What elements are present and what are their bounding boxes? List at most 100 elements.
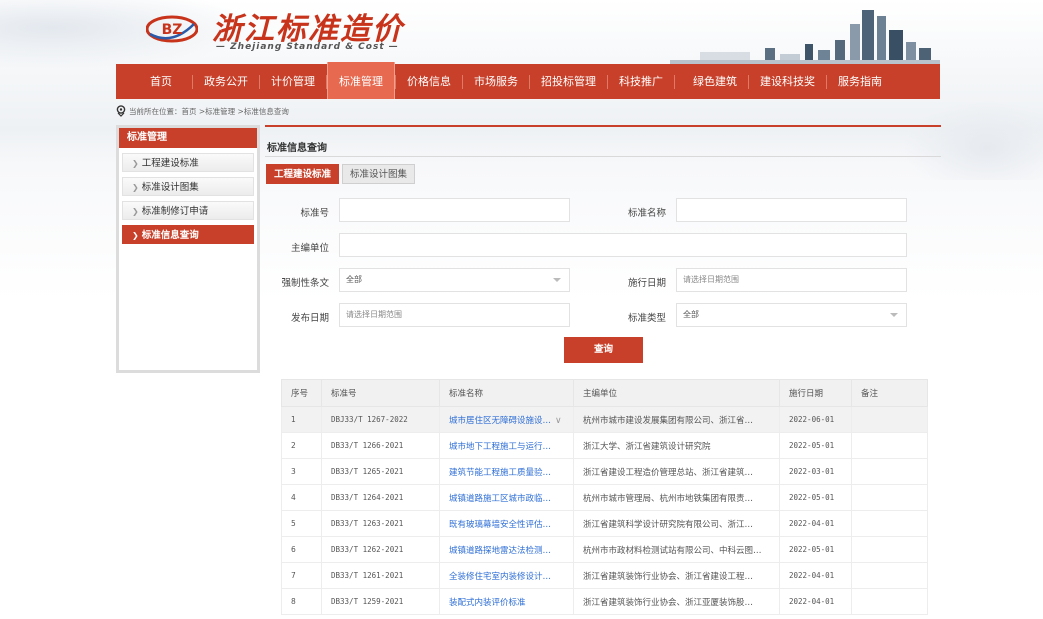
col-header-note: 备注 (851, 379, 928, 407)
impl-date-label: 施行日期 (627, 278, 666, 289)
cell-unit: 浙江省建筑科学设计研究院有限公司、浙江… (573, 510, 780, 537)
col-header-unit: 主编单位 (573, 379, 780, 407)
cell-name-link[interactable]: 既有玻璃幕墙安全性评估… (439, 510, 574, 537)
cell-name-link[interactable]: 全装修住宅室内装修设计… (439, 562, 574, 589)
cell-unit: 杭州市市政材料检测试站有限公司、中科云图… (573, 536, 780, 563)
dropdown-caret-icon (890, 313, 898, 317)
col-header-name: 标准名称 (439, 379, 574, 407)
table-row: 3 DB33/T 1265-2021 建筑节能工程施工质量验… 浙江省建设工程造… (281, 458, 928, 485)
cell-name-link[interactable]: 装配式内装评价标准 (439, 588, 574, 615)
cell-unit: 杭州市城市管理局、杭州市地铁集团有限责… (573, 484, 780, 511)
sidebar-item-design-atlas[interactable]: ❯ 标准设计图集 (122, 177, 254, 196)
cell-unit: 浙江省建筑装饰行业协会、浙江省建设工程… (573, 562, 780, 589)
results-table: 序号 标准号 标准名称 主编单位 施行日期 备注 1 DBJ33/T 1267-… (281, 379, 928, 615)
nav-item-tech[interactable]: 科技推广 (608, 64, 674, 99)
tab-engineering-standards[interactable]: 工程建设标准 (266, 164, 340, 184)
chevron-right-icon: ❯ (132, 183, 139, 192)
cell-date: 2022-05-01 (779, 432, 852, 459)
cell-name-link[interactable]: 城市居住区无障碍设施设… ∨ (439, 406, 574, 433)
cell-no: 3 (281, 458, 322, 485)
cell-date: 2022-05-01 (779, 536, 852, 563)
table-row: 7 DB33/T 1261-2021 全装修住宅室内装修设计… 浙江省建筑装饰行… (281, 562, 928, 589)
std-type-value: 全部 (683, 310, 699, 319)
table-row: 6 DB33/T 1262-2021 城镇道路探地雷达法检测… 杭州市市政材料检… (281, 536, 928, 563)
nav-item-standards[interactable]: 标准管理 (327, 62, 395, 99)
query-button[interactable]: 查询 (564, 337, 643, 363)
impl-date-input[interactable]: 请选择日期范围 (676, 268, 907, 292)
nav-item-market[interactable]: 市场服务 (463, 64, 529, 99)
cell-unit: 浙江省建筑装饰行业协会、浙江亚厦装饰股… (573, 588, 780, 615)
cell-name-link[interactable]: 城镇道路施工区城市政临… (439, 484, 574, 511)
nav-item-award[interactable]: 建设科技奖 (749, 64, 826, 99)
cell-no: 5 (281, 510, 322, 537)
nav-item-price-info[interactable]: 价格信息 (396, 64, 462, 99)
std-no-input[interactable] (339, 198, 570, 222)
sidebar-item-label: 工程建设标准 (141, 158, 199, 169)
cell-name-link[interactable]: 城镇道路探地雷达法检测… (439, 536, 574, 563)
cell-code: DBJ33/T 1267-2022 (321, 406, 440, 433)
cell-no: 8 (281, 588, 322, 615)
pub-date-label: 发布日期 (290, 313, 329, 324)
cell-no: 2 (281, 432, 322, 459)
logo-badge-text: BZ (162, 22, 183, 38)
col-header-code: 标准号 (321, 379, 440, 407)
cell-unit: 浙江省建设工程造价管理总站、浙江省建筑… (573, 458, 780, 485)
tab-design-atlas[interactable]: 标准设计图集 (342, 164, 416, 184)
page-title: 标准信息查询 (267, 143, 327, 154)
cell-no: 4 (281, 484, 322, 511)
mandatory-clause-select[interactable]: 全部 (339, 268, 570, 292)
cell-note (851, 510, 928, 537)
cell-code: DB33/T 1263-2021 (321, 510, 440, 537)
std-type-label: 标准类型 (627, 313, 666, 324)
cloud-decoration (903, 100, 1043, 180)
cell-note (851, 406, 928, 433)
std-type-select[interactable]: 全部 (676, 303, 907, 327)
table-header-row: 序号 标准号 标准名称 主编单位 施行日期 备注 (281, 379, 928, 407)
cell-note (851, 458, 928, 485)
cell-note (851, 432, 928, 459)
cell-code: DB33/T 1262-2021 (321, 536, 440, 563)
mandatory-clause-label: 强制性条文 (281, 278, 329, 289)
cell-code: DB33/T 1261-2021 (321, 562, 440, 589)
breadcrumb-path[interactable]: 首页 >标准管理 >标准信息查询 (182, 106, 289, 117)
divider (265, 156, 941, 157)
editor-unit-label: 主编单位 (290, 243, 329, 254)
cell-date: 2022-04-01 (779, 588, 852, 615)
nav-item-home[interactable]: 首页 (116, 64, 192, 99)
nav-item-guide[interactable]: 服务指南 (827, 64, 893, 99)
sidebar-item-label: 标准信息查询 (141, 230, 199, 241)
std-name-label: 标准名称 (627, 208, 666, 219)
cell-date: 2022-04-01 (779, 562, 852, 589)
location-pin-icon (116, 105, 126, 117)
tab-bar: 工程建设标准 标准设计图集 (266, 164, 418, 184)
cell-name-link[interactable]: 城市地下工程施工与运行… (439, 432, 574, 459)
cell-date: 2022-06-01 (779, 406, 852, 433)
table-row: 5 DB33/T 1263-2021 既有玻璃幕墙安全性评估… 浙江省建筑科学设… (281, 510, 928, 537)
cell-date: 2022-03-01 (779, 458, 852, 485)
chevron-right-icon: ❯ (132, 159, 139, 168)
cell-name-text: 城市居住区无障碍设施设… (449, 415, 552, 426)
nav-item-pricing[interactable]: 计价管理 (260, 64, 326, 99)
cell-code: DB33/T 1265-2021 (321, 458, 440, 485)
cell-note (851, 484, 928, 511)
cell-note (851, 588, 928, 615)
cell-name-link[interactable]: 建筑节能工程施工质量验… (439, 458, 574, 485)
cell-date: 2022-04-01 (779, 510, 852, 537)
nav-item-gov[interactable]: 政务公开 (193, 64, 259, 99)
cell-no: 6 (281, 536, 322, 563)
sidebar-title: 标准管理 (119, 128, 257, 148)
sidebar-item-info-query[interactable]: ❯ 标准信息查询 (122, 225, 254, 244)
sidebar-item-engineering-standards[interactable]: ❯ 工程建设标准 (122, 153, 254, 172)
cell-code: DB33/T 1264-2021 (321, 484, 440, 511)
pub-date-input[interactable]: 请选择日期范围 (339, 303, 570, 327)
std-name-input[interactable] (676, 198, 907, 222)
nav-item-green[interactable]: 绿色建筑 (675, 64, 748, 99)
logo-badge-icon[interactable]: BZ (145, 14, 199, 44)
sidebar-item-label: 标准制修订申请 (141, 206, 209, 217)
sidebar-item-revision-request[interactable]: ❯ 标准制修订申请 (122, 201, 254, 220)
nav-item-bidding[interactable]: 招投标管理 (530, 64, 607, 99)
cell-no: 7 (281, 562, 322, 589)
editor-unit-input[interactable] (339, 233, 907, 257)
chevron-down-icon[interactable]: ∨ (555, 416, 562, 426)
divider (265, 125, 941, 127)
